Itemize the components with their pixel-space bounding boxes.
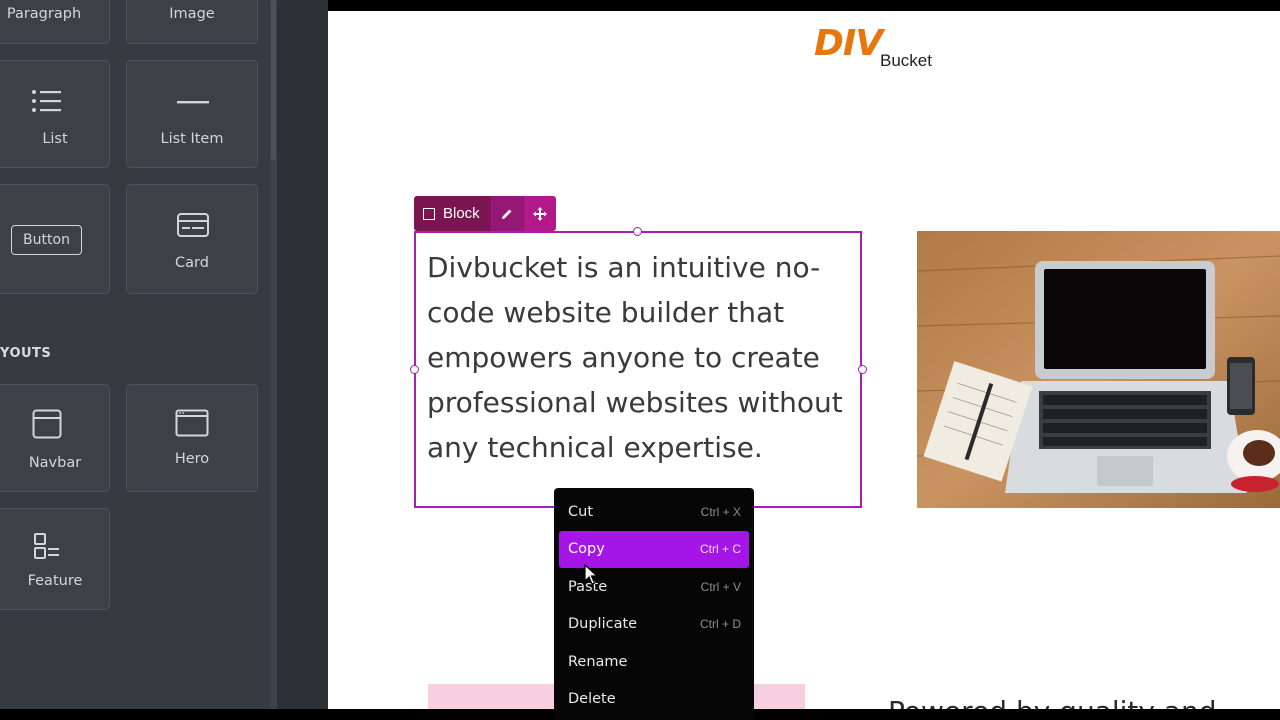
context-menu: Cut Ctrl + X Copy Ctrl + C Paste Ctrl + … <box>554 488 754 720</box>
menu-item-delete[interactable]: Delete <box>559 681 749 719</box>
move-icon <box>532 206 547 221</box>
menu-item-shortcut: Ctrl + D <box>699 617 741 632</box>
list-item-icon <box>177 101 209 104</box>
editor-gutter <box>277 0 328 720</box>
hero-image[interactable] <box>917 231 1280 508</box>
menu-item-label: Rename <box>568 653 628 670</box>
section-label-layouts: YOUTS <box>0 346 52 361</box>
tile-hero[interactable]: Hero <box>126 384 258 492</box>
menu-item-label: Delete <box>568 691 616 708</box>
list-icon <box>32 90 61 112</box>
block-toolbar: Block <box>414 196 556 231</box>
menu-item-label: Copy <box>568 541 605 558</box>
tile-navbar[interactable]: Navbar <box>0 384 110 492</box>
tile-label: List Item <box>160 131 224 147</box>
paragraph-text[interactable]: Divbucket is an intuitive no-code websit… <box>427 245 857 470</box>
resize-handle-left[interactable] <box>410 365 419 374</box>
resize-handle-top[interactable] <box>633 227 642 236</box>
logo-div: DIV <box>814 23 883 64</box>
menu-item-label: Duplicate <box>568 616 638 633</box>
tile-label: Feature <box>27 573 83 589</box>
section-heading: Powered by quality and <box>888 695 1217 709</box>
edit-block-button[interactable] <box>489 196 523 231</box>
block-square-icon <box>423 207 435 220</box>
menu-item-cut[interactable]: Cut Ctrl + X <box>559 493 749 531</box>
tile-feature[interactable]: Feature <box>0 508 110 610</box>
menu-item-rename[interactable]: Rename <box>559 643 749 681</box>
feature-icon <box>34 533 59 559</box>
tile-image[interactable]: Image <box>126 0 258 44</box>
mouse-cursor-icon <box>584 564 599 585</box>
tile-label: Hero <box>174 451 210 467</box>
card-icon <box>177 213 209 237</box>
button-icon: Button <box>11 225 82 255</box>
block-label: Block <box>443 205 480 222</box>
tile-button[interactable]: Button <box>0 184 110 294</box>
tile-label: List <box>42 131 68 147</box>
tile-label: Card <box>175 255 209 271</box>
menu-item-shortcut: Ctrl + C <box>699 542 741 557</box>
tile-label: Navbar <box>28 455 82 471</box>
logo-bucket: Bucket <box>880 51 932 70</box>
hero-icon <box>175 409 209 437</box>
component-sidebar: Paragraph Image List List Item Button Ca… <box>0 0 277 720</box>
pencil-icon <box>501 209 512 219</box>
menu-item-copy[interactable]: Copy Ctrl + C <box>559 530 749 568</box>
tile-list-item[interactable]: List Item <box>126 60 258 168</box>
tile-label: Image <box>169 6 215 22</box>
page-canvas: DIV Bucket Block Divbucket is an intuiti… <box>328 11 1280 709</box>
navbar-icon <box>32 409 62 439</box>
tile-list[interactable]: List <box>0 60 110 168</box>
block-select-button[interactable]: Block <box>414 196 490 231</box>
tile-card[interactable]: Card <box>126 184 258 294</box>
laptop-desk-photo <box>917 231 1280 508</box>
tile-paragraph[interactable]: Paragraph <box>0 0 110 44</box>
tile-label: Paragraph <box>6 6 82 22</box>
menu-item-shortcut: Ctrl + V <box>700 579 741 594</box>
menu-item-label: Cut <box>568 503 593 520</box>
menu-item-duplicate[interactable]: Duplicate Ctrl + D <box>559 606 749 644</box>
resize-handle-right[interactable] <box>858 365 867 374</box>
sidebar-scroll-thumb[interactable] <box>271 0 276 160</box>
move-block-button[interactable] <box>522 196 556 231</box>
menu-item-shortcut: Ctrl + X <box>700 504 741 519</box>
